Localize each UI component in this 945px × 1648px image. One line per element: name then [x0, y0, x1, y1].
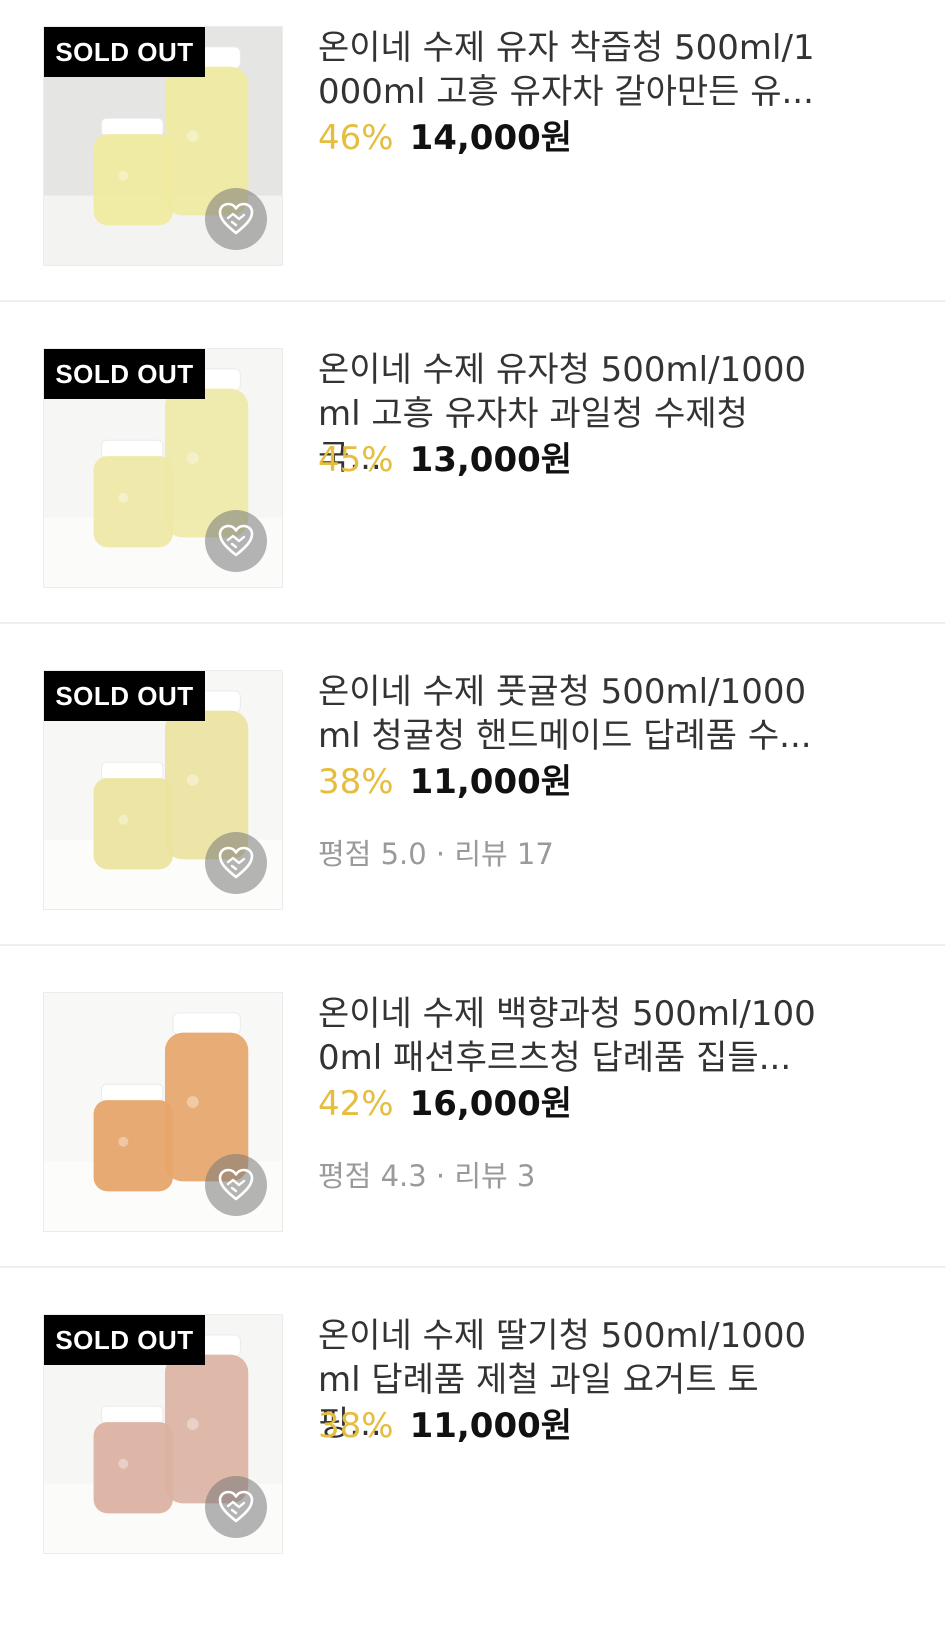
product-list-item[interactable]: 온이네 수제 백향과청 500ml/100 0ml 패션후르츠청 답례품 집들.… — [0, 966, 945, 1288]
heart-handshake-icon — [218, 202, 254, 235]
product-title[interactable]: 온이네 수제 백향과청 500ml/100 0ml 패션후르츠청 답례품 집들.… — [318, 992, 818, 1080]
product-list-item[interactable]: SOLD OUT 온이네 수제 풋귤청 500ml/1000 ml 청귤청 핸드… — [0, 644, 945, 966]
product-list-item[interactable]: SOLD OUT 온이네 수제 딸기청 500ml/1000 ml 답례품 제철… — [0, 1288, 945, 1610]
product-title[interactable]: 온이네 수제 풋귤청 500ml/1000 ml 청귤청 핸드메이드 답례품 수… — [318, 670, 818, 758]
rating-review-count: 평점 4.3 · 리뷰 3 — [318, 1159, 536, 1193]
item-divider — [0, 622, 945, 624]
product-title-line: 온이네 수제 유자청 500ml/1000 — [318, 350, 807, 390]
item-divider — [0, 944, 945, 946]
product-title-line: 온이네 수제 풋귤청 500ml/1000 — [318, 672, 807, 712]
item-divider — [0, 1266, 945, 1268]
product-title[interactable]: 온이네 수제 유자 착즙청 500ml/1 000ml 고흥 유자차 갈아만든 … — [318, 26, 818, 114]
product-thumbnail[interactable]: SOLD OUT — [43, 670, 283, 910]
price-row: 38% 11,000원 — [318, 760, 572, 804]
heart-handshake-icon — [218, 524, 254, 557]
heart-handshake-icon — [218, 1490, 254, 1523]
sold-out-badge: SOLD OUT — [44, 27, 205, 77]
discount-rate: 38% — [318, 762, 394, 802]
product-title-line: 000ml 고흥 유자차 갈아만든 유... — [318, 72, 814, 112]
sold-out-badge: SOLD OUT — [44, 671, 205, 721]
wishlist-button[interactable] — [205, 1476, 267, 1538]
product-title-line: 온이네 수제 딸기청 500ml/1000 — [318, 1316, 807, 1356]
discount-rate: 38% — [318, 1406, 394, 1446]
sold-out-badge: SOLD OUT — [44, 349, 205, 399]
sale-price: 13,000원 — [409, 440, 573, 480]
wishlist-button[interactable] — [205, 832, 267, 894]
discount-rate: 45% — [318, 440, 394, 480]
item-divider — [0, 300, 945, 302]
product-thumbnail[interactable]: SOLD OUT — [43, 1314, 283, 1554]
rating-review-count: 평점 5.0 · 리뷰 17 — [318, 837, 554, 871]
product-list-item[interactable]: SOLD OUT 온이네 수제 유자 착즙청 500ml/1 000ml 고흥 … — [0, 0, 945, 322]
wishlist-button[interactable] — [205, 510, 267, 572]
product-title-line: ml 청귤청 핸드메이드 답례품 수... — [318, 716, 812, 756]
product-thumbnail[interactable]: SOLD OUT — [43, 348, 283, 588]
heart-handshake-icon — [218, 1168, 254, 1201]
product-title-line: 온이네 수제 백향과청 500ml/100 — [318, 994, 816, 1034]
product-thumbnail[interactable] — [43, 992, 283, 1232]
product-title-line: 0ml 패션후르츠청 답례품 집들... — [318, 1038, 792, 1078]
discount-rate: 42% — [318, 1084, 394, 1124]
product-title-line: 온이네 수제 유자 착즙청 500ml/1 — [318, 28, 815, 68]
wishlist-button[interactable] — [205, 188, 267, 250]
sale-price: 11,000원 — [409, 1406, 573, 1446]
heart-handshake-icon — [218, 846, 254, 879]
sale-price: 16,000원 — [409, 1084, 573, 1124]
sale-price: 14,000원 — [409, 118, 573, 158]
product-thumbnail[interactable]: SOLD OUT — [43, 26, 283, 266]
sale-price: 11,000원 — [409, 762, 573, 802]
wishlist-button[interactable] — [205, 1154, 267, 1216]
price-row: 46% 14,000원 — [318, 116, 572, 160]
price-row: 38% 11,000원 — [318, 1404, 572, 1448]
product-list-item[interactable]: SOLD OUT 온이네 수제 유자청 500ml/1000 ml 고흥 유자차… — [0, 322, 945, 644]
sold-out-badge: SOLD OUT — [44, 1315, 205, 1365]
price-row: 42% 16,000원 — [318, 1082, 572, 1126]
discount-rate: 46% — [318, 118, 394, 158]
price-row: 45% 13,000원 — [318, 438, 572, 482]
